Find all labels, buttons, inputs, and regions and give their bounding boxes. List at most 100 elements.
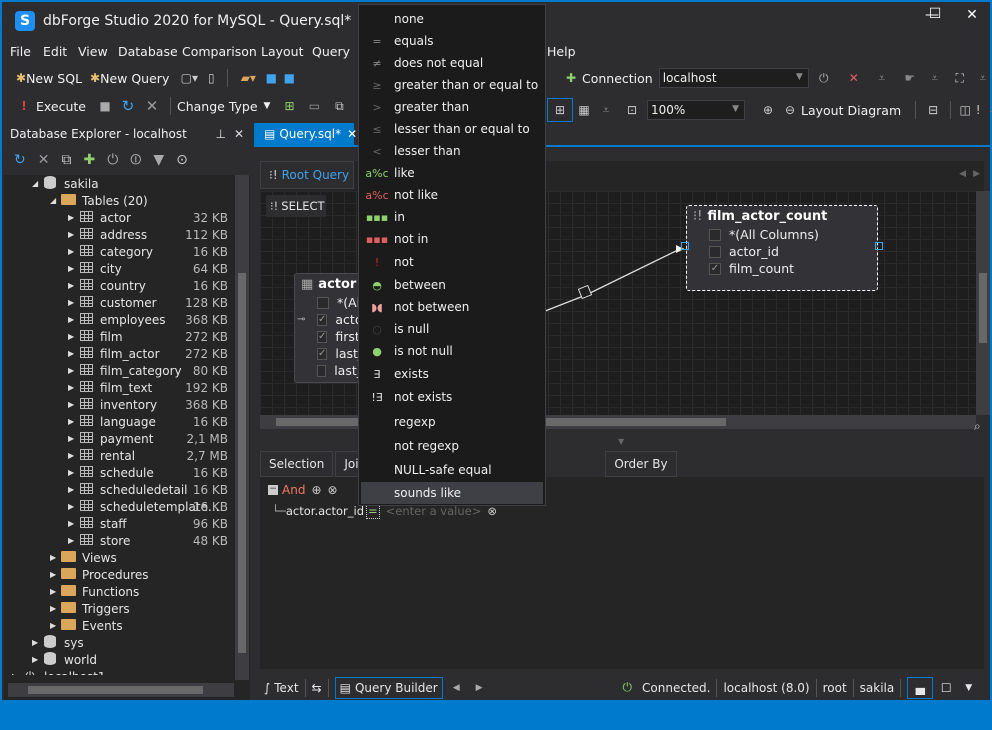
single-view-toggle[interactable]: ☐ [933, 681, 959, 695]
expand-toggle-icon[interactable]: ▶ [68, 247, 78, 256]
column-row[interactable]: *(All Columns) [687, 226, 877, 243]
cancel-icon[interactable]: ✕ [140, 97, 164, 115]
text-view-button[interactable]: ∫ Text [264, 681, 299, 695]
operator-menu-item[interactable]: ● is not null [361, 340, 543, 362]
tree-node[interactable]: ▶⏻localhost1 [12, 668, 232, 675]
connect-icon[interactable]: ⏻ [107, 152, 118, 168]
tree-node[interactable]: ▶ language 16 KB [68, 413, 232, 430]
delete-icon[interactable]: ✕ [38, 152, 50, 168]
add-calc-icon[interactable]: ▦ [573, 103, 595, 117]
column-row[interactable]: ⊸ ✓ actor [295, 311, 368, 328]
menu-layout[interactable]: Layout [261, 44, 304, 59]
tree-vertical-scrollbar[interactable] [235, 175, 249, 680]
operator-menu-item[interactable]: ○ is null [361, 318, 543, 340]
grid-view-toggle[interactable]: ⊞ [547, 98, 573, 122]
layout-diagram-button[interactable]: Layout Diagram [801, 103, 901, 118]
zoom-select[interactable]: 100% ▼ [647, 100, 745, 120]
tree-node[interactable]: ▶ film_text 192 KB [68, 379, 232, 396]
operator-menu-item[interactable]: ▪▪▪ in [361, 206, 543, 228]
expand-toggle-icon[interactable]: ▶ [12, 672, 22, 675]
zoom-fit-icon[interactable]: ⊡ [617, 103, 647, 117]
column-checkbox[interactable] [709, 228, 721, 241]
operator-menu-item[interactable]: < lesser than [361, 140, 543, 162]
resize-handle[interactable] [681, 242, 689, 250]
expand-toggle-icon[interactable]: ▶ [68, 383, 78, 392]
tree-node[interactable]: ▶ Views [50, 549, 232, 566]
operator-menu-item[interactable]: ! not [361, 251, 543, 273]
fullscreen-icon[interactable]: ⛶ [945, 71, 975, 86]
query-builder-button[interactable]: ▤ Query Builder [334, 676, 443, 699]
tree-node[interactable]: ◢ Tables (20) [50, 192, 232, 209]
tree-node[interactable]: ▶ inventory 368 KB [68, 396, 232, 413]
disconnect-icon[interactable]: ✕ [839, 71, 869, 85]
fit-icon[interactable]: ⧉ [328, 99, 350, 114]
close-panel-icon[interactable]: ✕ [234, 127, 244, 141]
menu-view[interactable]: View [78, 44, 108, 59]
tab-selection[interactable]: Selection [260, 451, 334, 477]
operator-menu-item[interactable]: not regexp [361, 435, 543, 457]
expand-toggle-icon[interactable]: ▶ [50, 553, 60, 562]
overflow-icon[interactable]: ⩡ [983, 103, 992, 118]
scroll-thumb[interactable] [979, 273, 987, 343]
tab-root-query[interactable]: ⁝! Root Query [260, 161, 354, 189]
expand-toggle-icon[interactable]: ▶ [68, 451, 78, 460]
overflow-icon[interactable]: ⩡ [925, 71, 945, 86]
expand-toggle-icon[interactable]: ▶ [50, 587, 60, 596]
save-icon[interactable]: ■ [262, 71, 280, 85]
operator-menu-item[interactable]: ◓ between [361, 274, 543, 296]
new-connection-icon[interactable]: ✚ [83, 152, 95, 168]
tree-node[interactable]: ▶ film_category 80 KB [68, 362, 232, 379]
new-query-button[interactable]: ✱ New Query [90, 71, 169, 86]
tree-horizontal-scrollbar[interactable] [8, 683, 234, 697]
expand-toggle-icon[interactable]: ▶ [68, 366, 78, 375]
column-checkbox[interactable]: ✓ [317, 313, 328, 326]
column-checkbox[interactable] [317, 296, 329, 309]
tree-node[interactable]: ▶ Functions [50, 583, 232, 600]
tree-node[interactable]: ▶ schedule 16 KB [68, 464, 232, 481]
condition-value[interactable]: <enter a value> [386, 504, 482, 518]
menu-help[interactable]: Help [547, 44, 576, 59]
tree-node[interactable]: ▶ world [32, 651, 232, 668]
scroll-left-icon[interactable]: ◀ [959, 169, 966, 179]
menu-query[interactable]: Query [312, 44, 350, 59]
tree-node[interactable]: ▶ category 16 KB [68, 243, 232, 260]
operator-menu-item[interactable]: NULL-safe equal [361, 459, 543, 481]
tree-node[interactable]: ▶ scheduletemplate... 16 KB [68, 498, 232, 515]
switch-icon[interactable]: ⇆ [312, 681, 322, 695]
condition-field[interactable]: actor.actor_id [286, 504, 364, 518]
column-row[interactable]: ✓ last_ [295, 345, 364, 362]
expand-toggle-icon[interactable]: ▶ [68, 434, 78, 443]
expand-toggle-icon[interactable]: ◢ [32, 179, 42, 188]
column-row[interactable]: *(Al [295, 294, 363, 311]
remove-condition-icon[interactable]: ⊗ [328, 483, 338, 497]
operator-menu-item[interactable]: none [361, 8, 543, 30]
new-sql-button[interactable]: ✱ New SQL [16, 71, 82, 86]
overflow-icon[interactable]: ⩡ [869, 71, 895, 86]
expand-toggle-icon[interactable]: ▶ [68, 264, 78, 273]
split-view-toggle[interactable]: ▄ [907, 676, 934, 699]
scroll-thumb[interactable] [238, 273, 246, 653]
operator-menu-item[interactable]: ≠ does not equal [361, 52, 543, 74]
operator-menu-item[interactable]: a%c not like [361, 184, 543, 206]
scroll-right-icon[interactable]: ▶ [973, 169, 980, 179]
zoom-out-icon[interactable]: ⊖ [779, 103, 801, 117]
change-type-button[interactable]: Change Type ▼ [177, 99, 270, 114]
column-checkbox[interactable]: ✓ [317, 330, 328, 343]
save-all-icon[interactable]: ■ [280, 71, 298, 85]
collapse-icon[interactable]: ⧉ [61, 152, 71, 168]
close-button[interactable]: ✕ [962, 7, 982, 23]
new-file-icon[interactable]: ▯ [201, 71, 221, 85]
expand-toggle-icon[interactable]: ▶ [68, 230, 78, 239]
expand-toggle-icon[interactable]: ▶ [68, 298, 78, 307]
menu-edit[interactable]: Edit [43, 44, 67, 59]
tree-node[interactable]: ▶ country 16 KB [68, 277, 232, 294]
resize-handle[interactable] [875, 242, 883, 250]
splitter-icon[interactable]: ▼ [618, 437, 624, 446]
expand-toggle-icon[interactable]: ▶ [68, 519, 78, 528]
tree-node[interactable]: ▶ store 48 KB [68, 532, 232, 549]
operator-menu-item[interactable]: ≥ greater than or equal to [361, 74, 543, 96]
expand-toggle-icon[interactable]: ▶ [68, 213, 78, 222]
entity-header[interactable]: ⁝! film_actor_count [687, 206, 877, 226]
expand-toggle-icon[interactable]: ▶ [68, 349, 78, 358]
entity-header[interactable]: ▦ actor [295, 274, 363, 294]
